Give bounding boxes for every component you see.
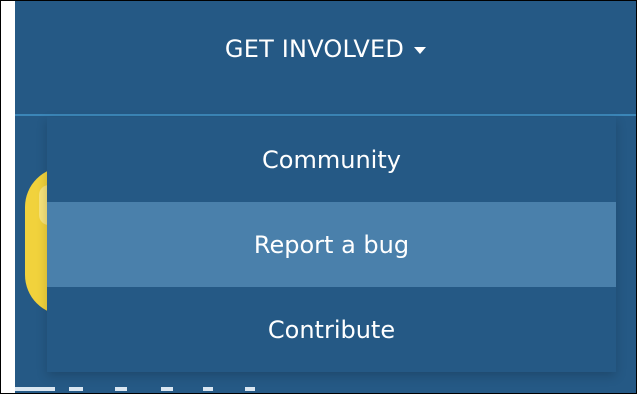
navigation-bar: GET INVOLVED Community Report a bug Cont…: [15, 1, 636, 393]
screenshot-frame: GET INVOLVED Community Report a bug Cont…: [0, 0, 637, 394]
menu-item-community[interactable]: Community: [47, 117, 616, 202]
nav-divider-line: [15, 114, 636, 116]
menu-item-contribute[interactable]: Contribute: [47, 287, 616, 372]
menu-item-report-a-bug[interactable]: Report a bug: [47, 202, 616, 287]
underlying-page-fragment: [15, 387, 315, 393]
caret-down-icon: [414, 47, 427, 54]
get-involved-label: GET INVOLVED: [224, 35, 405, 63]
menu-item-label: Community: [262, 145, 401, 174]
menu-item-label: Report a bug: [253, 230, 410, 259]
menu-item-label: Contribute: [267, 315, 396, 344]
get-involved-dropdown-menu: Community Report a bug Contribute: [47, 117, 616, 372]
get-involved-dropdown-toggle[interactable]: GET INVOLVED: [15, 1, 636, 97]
